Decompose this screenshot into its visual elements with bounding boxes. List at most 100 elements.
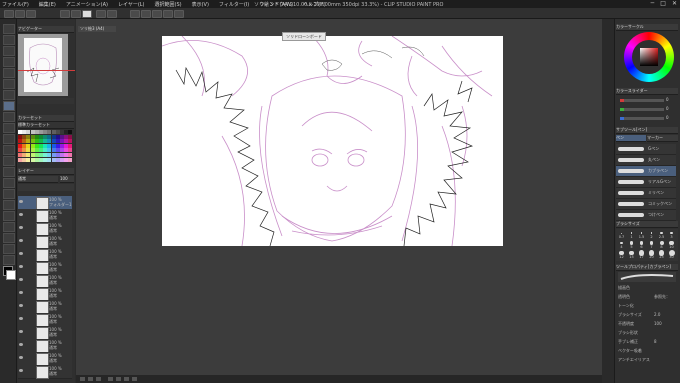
snap-ruler-icon[interactable] [152,10,162,18]
save-icon[interactable] [26,10,36,18]
figure-tool-icon[interactable] [3,200,15,210]
decoration-tool-icon[interactable] [3,145,15,155]
brush-size-option[interactable]: 25 [657,250,666,259]
deselect-icon[interactable] [130,10,140,18]
visibility-eye-icon[interactable] [19,330,23,333]
brush-size-option[interactable]: 1 [627,230,636,239]
layer-row[interactable]: 100 % 通常 [18,365,72,379]
brush-size-option[interactable]: 7 [647,240,656,249]
brush-size-option[interactable]: 30 [667,250,676,259]
sub-tool-group-marker[interactable]: マーカー [647,135,678,142]
saturation-value-square[interactable] [640,48,658,66]
layer-opacity-value[interactable]: 100 [60,176,74,183]
fill-tool-icon[interactable] [3,178,15,188]
brush-size-option[interactable]: 15 [627,250,636,259]
tool-property-row[interactable]: ブラシ形状 [618,330,678,338]
zoom-out-icon[interactable] [80,377,85,381]
sub-tool-group-pen[interactable]: ペン [616,135,646,142]
zoom-tool-icon[interactable] [3,24,15,34]
menu-edit[interactable]: 編集(E) [39,1,56,8]
brush-size-tab[interactable]: ブラシサイズ [616,221,678,228]
move-layer-tool-icon[interactable] [3,57,15,67]
visibility-eye-icon[interactable] [19,252,23,255]
visibility-eye-icon[interactable] [19,291,23,294]
open-file-icon[interactable] [15,10,25,18]
brush-item[interactable]: リアルGペン [616,177,676,188]
gradient-tool-icon[interactable] [3,189,15,199]
layer-row[interactable]: 100 % フォルダー1 [18,196,72,210]
layer-row[interactable]: 100 % 通常 [18,261,72,275]
color-swatch[interactable] [68,134,73,139]
layer-row[interactable]: 100 % 通常 [18,222,72,236]
blue-slider[interactable] [620,117,664,120]
brush-item[interactable]: Gペン [616,144,676,155]
menu-selection[interactable]: 選択範囲(S) [155,1,182,8]
undo-icon[interactable] [60,10,70,18]
snap-special-ruler-icon[interactable] [163,10,173,18]
brush-item[interactable]: コミックペン [616,199,676,210]
layer-row[interactable]: 100 % 通常 [18,352,72,366]
visibility-eye-icon[interactable] [19,278,23,281]
layer-tab[interactable]: レイヤー [18,168,74,175]
layer-row[interactable]: 100 % 通常 [18,300,72,314]
sub-color-chip[interactable] [6,270,16,280]
menu-layer[interactable]: レイヤー(L) [118,1,145,8]
visibility-eye-icon[interactable] [19,304,23,307]
color-swatch[interactable] [68,139,73,144]
visibility-eye-icon[interactable] [19,200,23,203]
tool-property-row[interactable]: トーン化 [618,303,678,311]
clear-icon[interactable] [96,10,106,18]
brush-size-option[interactable]: 2.5 [657,230,666,239]
color-swatch[interactable] [68,148,73,153]
visibility-eye-icon[interactable] [19,356,23,359]
flip-horizontal-icon[interactable] [124,377,129,381]
reset-rotation-icon[interactable] [132,377,137,381]
move-tool-icon[interactable] [3,35,15,45]
brush-tool-icon[interactable] [3,123,15,133]
correct-line-tool-icon[interactable] [3,255,15,265]
tool-property-row[interactable]: アンチエイリアス [618,357,678,365]
red-slider[interactable] [620,99,664,102]
eraser-tool-icon[interactable] [3,156,15,166]
visibility-eye-icon[interactable] [19,265,23,268]
visibility-eye-icon[interactable] [19,317,23,320]
property-value[interactable]: 8 [654,339,657,344]
eyedropper-tool-icon[interactable] [3,90,15,100]
airbrush-tool-icon[interactable] [3,134,15,144]
layer-row[interactable]: 100 % 通常 [18,248,72,262]
visibility-eye-icon[interactable] [19,239,23,242]
layer-row[interactable]: 100 % 通常 [18,235,72,249]
pencil-tool-icon[interactable] [3,112,15,122]
tool-property-tab[interactable]: ツールプロパティ[カブラペン] [616,264,678,271]
snap-grid-icon[interactable] [174,10,184,18]
navigator-zoom-slider[interactable] [18,98,74,104]
visibility-eye-icon[interactable] [19,226,23,229]
color-set-tab[interactable]: カラーセット [18,115,74,122]
color-slider-tab[interactable]: カラースライダー [616,88,678,95]
tool-property-row[interactable]: ベクター吸着 [618,348,678,356]
color-swatch[interactable] [68,130,73,134]
color-swatch[interactable] [68,153,73,157]
brush-size-option[interactable]: 20 [647,250,656,259]
invert-selection-icon[interactable] [141,10,151,18]
brush-size-option[interactable]: 1.5 [637,230,646,239]
text-tool-icon[interactable] [3,233,15,243]
brush-item[interactable]: カブラペン [616,166,676,177]
tool-property-row[interactable]: 手ブレ補正 8 [618,339,678,347]
menu-filter[interactable]: フィルター(I) [219,1,249,8]
drawing-canvas[interactable] [162,36,503,246]
brush-size-option[interactable]: 10 [667,240,676,249]
layer-row[interactable]: 100 % 通常 [18,339,72,353]
brush-size-option[interactable]: 12 [617,250,626,259]
rotate-right-icon[interactable] [116,377,121,381]
brush-size-option[interactable]: 5 [627,240,636,249]
menu-file[interactable]: ファイル(F) [2,1,29,8]
new-file-icon[interactable] [4,10,14,18]
pen-tool-icon[interactable] [3,101,15,111]
brush-size-option[interactable]: 17 [637,250,646,259]
rotate-left-icon[interactable] [108,377,113,381]
property-value[interactable]: 100 [654,321,662,326]
tool-property-row[interactable]: 不透明度 100 [618,321,678,329]
property-value[interactable]: 参照先： [654,294,670,300]
balloon-tool-icon[interactable] [3,244,15,254]
